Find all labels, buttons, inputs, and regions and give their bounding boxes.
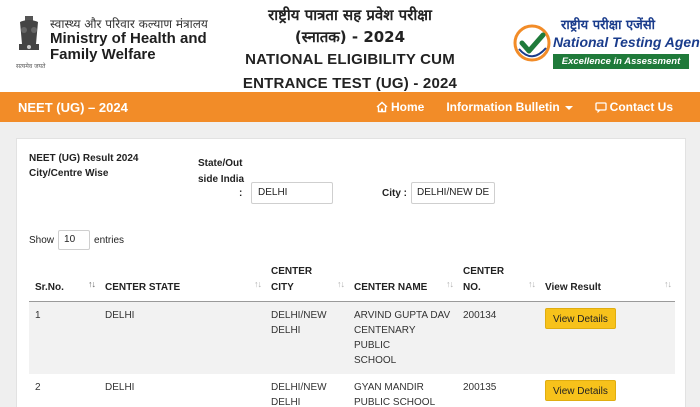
nav-info-label: Information Bulletin (446, 100, 560, 114)
city-select[interactable]: DELHI/NEW DE (411, 182, 495, 204)
cell-srno: 2 (29, 373, 99, 407)
header-center-city[interactable]: CENTER CITY ↑↓ (265, 257, 348, 302)
cell-srno: 1 (29, 301, 99, 374)
cell-center-no: 200135 (457, 373, 539, 407)
table-header-row: Sr.No. ↑↓ CENTER STATE ↑↓ CENTER CITY ↑↓… (29, 257, 675, 302)
entries-control: Show 10 entries (29, 230, 124, 250)
home-icon (376, 101, 388, 113)
header-center-name[interactable]: CENTER NAME ↑↓ (348, 257, 457, 302)
sort-icon: ↑↓ (528, 278, 536, 289)
header-view-label: View Result (545, 281, 601, 293)
state-label: State/Out side India (198, 156, 248, 188)
header-srno[interactable]: Sr.No. ↑↓ (29, 257, 99, 302)
ministry-name-hindi: स्वास्थ्य और परिवार कल्याण मंत्रालय (50, 17, 208, 31)
view-details-button[interactable]: View Details (545, 307, 616, 329)
sort-icon: ↑↓ (88, 278, 96, 289)
state-select[interactable]: DELHI (251, 182, 333, 204)
header-state-label: CENTER STATE (105, 281, 181, 293)
header-no-label-2: NO. (463, 281, 481, 293)
nav-contact-us[interactable]: Contact Us (595, 100, 673, 114)
nav-home-label: Home (390, 100, 425, 114)
cell-name: GYAN MANDIR PUBLIC SCHOOL (348, 373, 457, 407)
exam-title-hindi-2: (स्नातक) - 2024 (294, 28, 406, 46)
cell-view: View Details (539, 373, 675, 407)
header-no-label-1: CENTER (463, 265, 505, 277)
nav-home[interactable]: Home (376, 100, 424, 114)
header-center-no[interactable]: CENTER NO. ↑↓ (457, 257, 539, 302)
state-label-line2: side India (198, 174, 245, 185)
cell-city-line2: DELHI (271, 324, 301, 336)
sort-icon: ↑↓ (337, 278, 345, 289)
cell-name-line2: CENTENARY PUBLIC (354, 324, 416, 351)
cell-name-line1: ARVIND GUPTA DAV (354, 309, 451, 321)
results-table: Sr.No. ↑↓ CENTER STATE ↑↓ CENTER CITY ↑↓… (29, 257, 675, 407)
nta-logo-icon (513, 24, 551, 62)
header-city-label-1: CENTER (271, 265, 313, 277)
table-row: 1 DELHI DELHI/NEW DELHI ARVIND GUPTA DAV… (29, 301, 675, 374)
entries-select[interactable]: 10 (58, 230, 91, 250)
cell-name-line3: SCHOOL (354, 354, 397, 366)
emblem-caption: सत्यमेव जयते (16, 63, 46, 70)
exam-title: राष्ट्रीय पात्रता सह प्रवेश परीक्षा (स्न… (230, 4, 470, 96)
show-label: Show (29, 234, 55, 246)
exam-title-hindi-1: राष्ट्रीय पात्रता सह प्रवेश परीक्षा (268, 6, 432, 24)
header-city-label-2: CITY (271, 281, 294, 293)
cell-name-line1: GYAN MANDIR (354, 381, 424, 393)
cell-center-no: 200134 (457, 301, 539, 374)
chat-icon (595, 102, 607, 113)
cell-city: DELHI/NEW DELHI (265, 373, 348, 407)
ministry-name-line2: Family Welfare (50, 46, 156, 63)
nav-contact-label: Contact Us (609, 100, 673, 114)
sort-icon: ↑↓ (254, 278, 262, 289)
cell-view: View Details (539, 301, 675, 374)
nav-information-bulletin[interactable]: Information Bulletin (446, 100, 573, 114)
ministry-name-line1: Ministry of Health and (50, 30, 207, 47)
city-label: City : (382, 188, 407, 199)
main-navbar: NEET (UG) – 2024 Home Information Bullet… (0, 92, 700, 122)
navbar-brand[interactable]: NEET (UG) – 2024 (18, 100, 128, 115)
cell-state: DELHI (99, 373, 265, 407)
cell-name: ARVIND GUPTA DAV CENTENARY PUBLIC SCHOOL (348, 301, 457, 374)
sort-icon: ↑↓ (664, 278, 672, 289)
header-srno-label: Sr.No. (35, 281, 64, 293)
nta-tagline: Excellence in Assessment (553, 54, 689, 69)
cell-name-line2: PUBLIC SCHOOL (354, 396, 436, 407)
nta-branding: राष्ट्रीय परीक्षा एजेंसी National Testin… (513, 14, 700, 72)
header-center-state[interactable]: CENTER STATE ↑↓ (99, 257, 265, 302)
entries-label: entries (94, 234, 125, 246)
cell-city-line1: DELHI/NEW (271, 381, 327, 393)
chevron-down-icon (564, 105, 573, 110)
cell-city-line2: DELHI (271, 396, 301, 407)
nta-name-hindi: राष्ट्रीय परीक्षा एजेंसी (561, 18, 655, 33)
nta-name-english: National Testing Agency (553, 34, 700, 50)
national-emblem-icon (19, 16, 39, 50)
ministry-branding: स्वास्थ्य और परिवार कल्याण मंत्रालय Mini… (14, 14, 208, 68)
cell-city: DELHI/NEW DELHI (265, 301, 348, 374)
result-title: NEET (UG) Result 2024 City/Centre Wise (29, 151, 138, 181)
result-title-line2: City/Centre Wise (29, 168, 109, 179)
table-row: 2 DELHI DELHI/NEW DELHI GYAN MANDIR PUBL… (29, 373, 675, 407)
sort-icon: ↑↓ (446, 278, 454, 289)
cell-state: DELHI (99, 301, 265, 374)
site-header: स्वास्थ्य और परिवार कल्याण मंत्रालय Mini… (0, 0, 700, 92)
state-colon: : (239, 188, 243, 199)
header-view-result[interactable]: View Result ↑↓ (539, 257, 675, 302)
cell-city-line1: DELHI/NEW (271, 309, 327, 321)
result-card: NEET (UG) Result 2024 City/Centre Wise S… (16, 138, 686, 407)
view-details-button[interactable]: View Details (545, 379, 616, 401)
state-label-line1: State/Out (198, 158, 243, 169)
result-title-line1: NEET (UG) Result 2024 (29, 153, 139, 164)
header-name-label: CENTER NAME (354, 281, 428, 293)
exam-title-en-1: NATIONAL ELIGIBILITY CUM (245, 51, 455, 68)
